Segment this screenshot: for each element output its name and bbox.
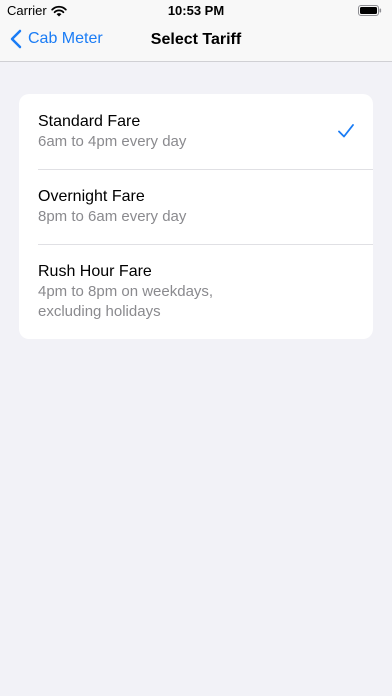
tariff-item-standard[interactable]: Standard Fare 6am to 4pm every day <box>19 94 373 169</box>
tariff-title: Rush Hour Fare <box>38 263 152 280</box>
checkmark-icon <box>338 124 354 138</box>
back-button-label: Cab Meter <box>28 30 103 47</box>
back-button[interactable]: Cab Meter <box>10 29 103 49</box>
tariff-subtitle: 8pm to 6am every day <box>38 208 187 225</box>
tariff-item-overnight[interactable]: Overnight Fare 8pm to 6am every day <box>19 169 373 244</box>
status-bar: Carrier 10:53 PM <box>0 0 392 22</box>
tariff-title: Standard Fare <box>38 113 141 130</box>
tariff-list: Standard Fare 6am to 4pm every day Overn… <box>19 94 373 339</box>
tariff-subtitle-line-1: 4pm to 8pm on weekdays, <box>38 283 214 300</box>
status-time: 10:53 PM <box>167 3 225 18</box>
chevron-left-icon <box>10 29 22 49</box>
tariff-item-rush-hour[interactable]: Rush Hour Fare 4pm to 8pm on weekdays, e… <box>19 244 373 339</box>
tariff-subtitle: 6am to 4pm every day <box>38 133 187 150</box>
tariff-subtitle-line-2: excluding holidays <box>38 303 161 320</box>
tariff-title: Overnight Fare <box>38 188 145 205</box>
battery-icon <box>358 5 382 16</box>
navigation-bar: Cab Meter Select Tariff <box>0 22 392 62</box>
